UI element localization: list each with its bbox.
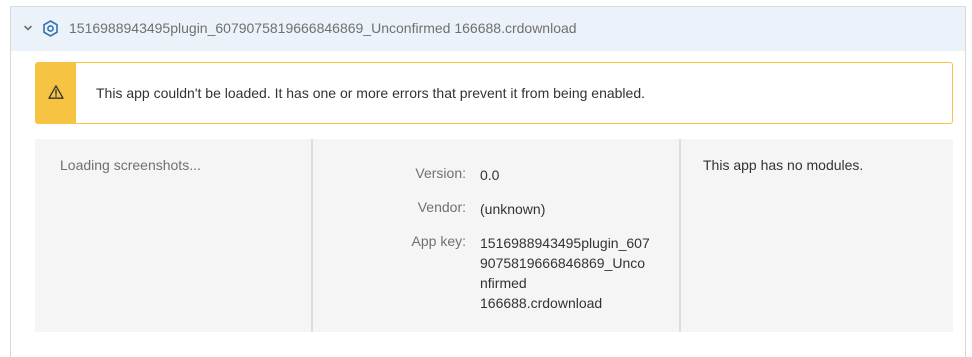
app-info-section: Version: 0.0 Vendor: (unknown) App key: … (311, 139, 681, 332)
app-name-link[interactable]: 1516988943495plugin_6079075819666846869_… (69, 20, 577, 36)
error-message-box: This app couldn't be loaded. It has one … (35, 62, 953, 124)
app-header[interactable]: 1516988943495plugin_6079075819666846869_… (11, 7, 965, 51)
loading-screenshots-text: Loading screenshots... (60, 157, 201, 173)
app-key-label: App key: (411, 233, 466, 249)
app-key-line: nfirmed (480, 275, 527, 291)
vendor-label: Vendor: (417, 199, 466, 215)
warning-side-bar (36, 63, 76, 123)
app-key-line: 9075819666846869_Unco (480, 255, 646, 271)
error-message-text: This app couldn't be loaded. It has one … (96, 85, 645, 101)
app-details: Loading screenshots... Version: 0.0 Vend… (35, 139, 953, 332)
app-key-line: 1516988943495plugin_607 (480, 235, 650, 251)
warning-triangle-icon (48, 84, 64, 100)
version-value: 0.0 (480, 167, 500, 183)
no-modules-text: This app has no modules. (703, 157, 864, 173)
app-key-line: 166688.crdownload (480, 295, 603, 311)
chevron-down-icon[interactable] (21, 21, 35, 35)
app-panel: 1516988943495plugin_607 9075819666846869_… (10, 6, 966, 357)
version-label: Version: (415, 165, 466, 181)
modules-section: This app has no modules. (681, 139, 953, 332)
vendor-value: (unknown) (480, 201, 546, 217)
plugin-gear-icon (42, 20, 59, 37)
app-key-value: 1516988943495plugin_607 9075819666846869… (480, 233, 660, 313)
screenshots-section: Loading screenshots... (35, 139, 311, 332)
